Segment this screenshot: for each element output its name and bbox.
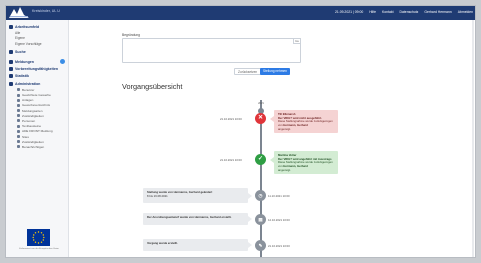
sidebar-item-label: Administration <box>15 81 41 86</box>
card-pointer <box>248 242 252 248</box>
event-timestamp: 11.10.2021 10:00 <box>268 194 290 198</box>
session-time: 21.09.2021 | 09:00 <box>335 10 364 14</box>
people-icon <box>17 119 20 123</box>
card-title: Vorgang wurde erstellt. <box>147 241 178 245</box>
event-timestamp: 21.10.2021 10:00 <box>220 157 242 162</box>
note-label: Begründung <box>122 33 140 37</box>
timeline-year: 2021 <box>258 102 264 105</box>
sidebar-item-label: Suche <box>15 49 26 54</box>
sidebar-item-administration[interactable]: Administration <box>6 80 68 87</box>
edit-pencil-icon: ✎ <box>255 239 266 251</box>
eu-flag-logo <box>27 229 50 246</box>
notification-badge <box>60 59 65 65</box>
eu-caption: Kofinanziert von der Europäischen Union <box>19 248 59 250</box>
mail-icon <box>17 145 20 149</box>
search-icon <box>9 49 13 54</box>
tools-icon <box>9 67 13 72</box>
main-content: Begründung Ue Zurücksetzen Stellung nehm… <box>70 20 475 257</box>
event-timestamp: 12.10.2021 10:00 <box>268 217 290 222</box>
help-link[interactable]: Hilfe <box>369 10 376 14</box>
building-icon <box>17 98 20 102</box>
top-navigation: 21.09.2021 | 09:00 Hilfe Kontakt Datensc… <box>335 10 473 14</box>
sidebar-item-search[interactable]: Suche <box>6 48 68 55</box>
text-icon <box>17 124 20 128</box>
card-detail-end: angezeigt. <box>278 126 291 131</box>
gear-icon <box>9 81 13 86</box>
timeline-card-log: Vorgang wurde erstellt. <box>143 239 248 251</box>
app-logo[interactable] <box>9 7 29 18</box>
privacy-link[interactable]: Datenschutz <box>400 10 419 14</box>
flag-icon <box>17 140 20 144</box>
user-menu[interactable]: Gerhard Hermann <box>424 10 451 14</box>
vertical-scrollbar[interactable] <box>472 20 474 257</box>
document-icon: ▤ <box>255 213 266 225</box>
card-detail-end: angezeigt. <box>278 167 291 172</box>
card-title: Der Anordnungsentwurf wurde von Hermanns… <box>147 215 232 219</box>
sidebar-item-statistics[interactable]: Statistik <box>6 73 68 80</box>
note-textarea[interactable] <box>122 38 301 63</box>
tag-icon <box>17 109 20 113</box>
sidebar-item-workspace[interactable]: Arbeitsumfeld <box>6 23 68 30</box>
user-icon <box>17 88 20 92</box>
sidebar-item-label: Vorbereitungsfähigkeiten <box>15 67 59 72</box>
chart-icon <box>9 74 13 79</box>
history-clock-icon: ◷ <box>255 190 266 201</box>
logout-link[interactable]: Abmelden <box>458 10 473 14</box>
map-icon <box>17 135 20 139</box>
timeline-card-log: Der Anordnungsentwurf wurde von Hermanns… <box>143 213 248 225</box>
sidebar-item-label: Arbeitsumfeld <box>15 24 40 29</box>
event-timestamp: 21.10.2021 10:00 <box>268 243 290 248</box>
reset-button[interactable]: Zurücksetzen <box>234 68 262 75</box>
card-pointer <box>248 192 252 199</box>
card-detail: 8 bis 16.08.2021 <box>147 193 168 198</box>
document-icon <box>17 129 20 133</box>
book-icon <box>17 103 20 107</box>
approved-check-icon: ✓ <box>255 154 266 165</box>
sidebar-item-preparation[interactable]: Vorbereitungsfähigkeiten <box>6 66 68 73</box>
card-pointer <box>248 216 252 222</box>
sidebar-item-label: Meldungen <box>15 59 34 64</box>
sidebar-item-reports[interactable]: Meldungen <box>6 58 68 66</box>
timeline-card-rejected: Till Elbmarsh Der VRIG? wird nicht ausge… <box>274 110 338 133</box>
event-timestamp: 21.10.2021 10:00 <box>220 116 242 121</box>
contact-link[interactable]: Kontakt <box>382 10 394 14</box>
list-icon <box>17 93 20 97</box>
top-bar: Kreiskinder, UL U 21.09.2021 | 09:00 Hil… <box>6 6 475 20</box>
folder-icon <box>9 24 13 29</box>
submit-statement-button[interactable]: Stellung nehmen <box>260 68 290 75</box>
sidebar: Arbeitsumfeld Alle Eigene Eigene Vorschl… <box>6 20 69 257</box>
note-format-button[interactable]: Ue <box>293 38 301 44</box>
timeline-card-approved: Martina Vetter Der VRIG? wird angeführt … <box>274 151 338 174</box>
sidebar-item-label: Statistik <box>15 74 29 79</box>
sidebar-admin-notify[interactable]: Benachrichtigen <box>6 144 68 149</box>
app-title: Kreiskinder, UL U <box>32 9 60 13</box>
flag-icon <box>17 114 20 118</box>
page-title: Vorgangsübersicht <box>122 82 183 91</box>
bell-icon <box>9 59 13 64</box>
app-window: Kreiskinder, UL U 21.09.2021 | 09:00 Hil… <box>5 5 476 258</box>
rejected-x-icon: ✕ <box>255 113 266 124</box>
timeline-card-log: Stellung wurde von Hermanns, Gerhard geä… <box>143 188 248 203</box>
